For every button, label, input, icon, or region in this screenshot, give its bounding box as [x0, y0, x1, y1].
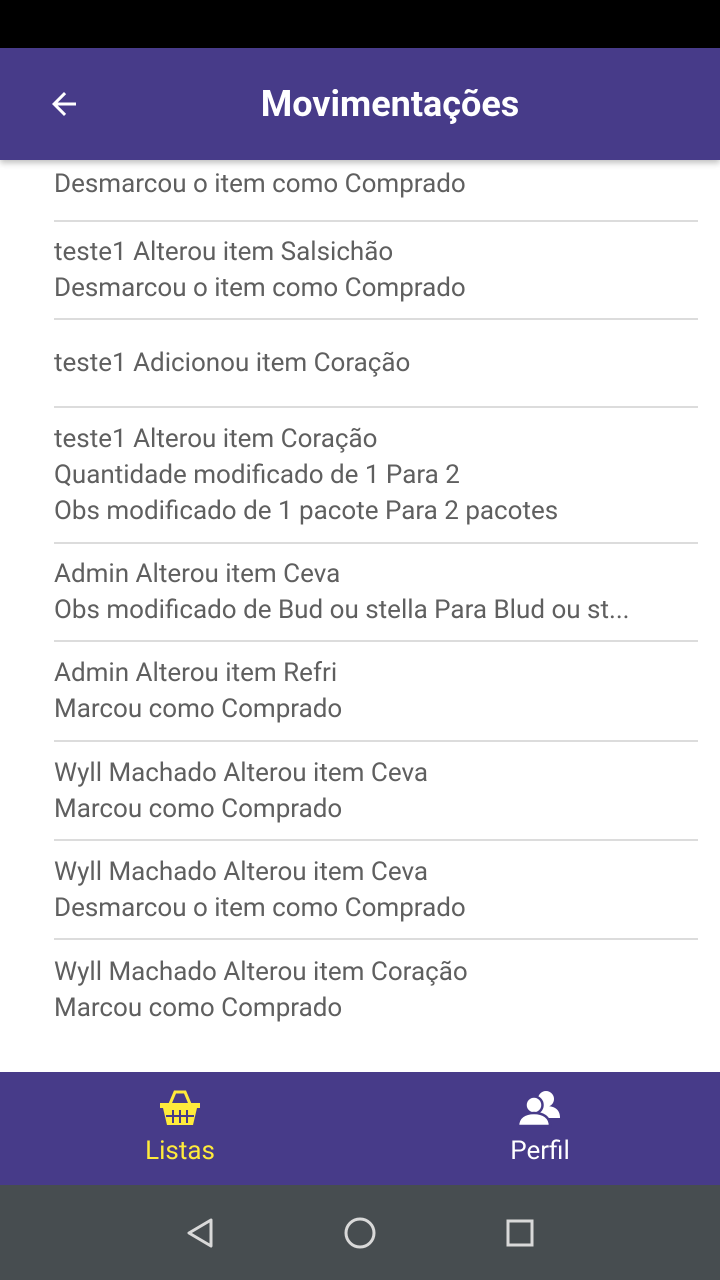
- list-item[interactable]: Wyll Machado Alterou item Ceva Marcou co…: [54, 742, 698, 841]
- list-item[interactable]: Admin Alterou item Refri Marcou como Com…: [54, 642, 698, 742]
- item-line: Desmarcou o item como Comprado: [54, 892, 466, 923]
- list-item[interactable]: teste1 Alterou item Salsichão Desmarcou …: [54, 222, 698, 320]
- list-item[interactable]: teste1 Alterou item Coração Quantidade m…: [54, 408, 698, 544]
- system-recents-button[interactable]: [490, 1203, 550, 1263]
- item-line: Marcou como Comprado: [54, 694, 343, 724]
- item-line: Admin Alterou item Refri: [54, 658, 338, 688]
- status-bar: [0, 0, 720, 48]
- list-item[interactable]: Desmarcou o item como Comprado: [54, 160, 698, 222]
- basket-icon: [160, 1090, 200, 1125]
- movements-list[interactable]: Desmarcou o item como Comprado teste1 Al…: [0, 160, 720, 1072]
- triangle-back-icon: [187, 1218, 213, 1247]
- item-line: Quantidade modificado de 1 Para 2: [54, 460, 460, 490]
- tab-listas[interactable]: Listas: [0, 1072, 360, 1185]
- item-line: Desmarcou o item como Comprado: [54, 169, 466, 199]
- tab-label: Perfil: [510, 1136, 570, 1166]
- item-line: Obs modificado de 1 pacote Para 2 pacote…: [54, 496, 559, 526]
- list-item[interactable]: Wyll Machado Alterou item Coração Marcou…: [54, 940, 698, 1040]
- list-item[interactable]: teste1 Adicionou item Coração: [54, 320, 698, 408]
- item-line: Wyll Machado Alterou item Ceva: [54, 856, 429, 887]
- square-recents-icon: [506, 1219, 534, 1246]
- tab-label: Listas: [145, 1136, 215, 1166]
- item-line: Wyll Machado Alterou item Ceva: [54, 757, 429, 788]
- item-line: Marcou como Comprado: [54, 793, 343, 824]
- item-line: teste1 Alterou item Salsichão: [54, 237, 394, 267]
- system-navigation-bar: [0, 1185, 720, 1280]
- item-line: Desmarcou o item como Comprado: [54, 273, 466, 303]
- bottom-navigation: Listas Perfil: [0, 1072, 720, 1185]
- page-title: Movimentações: [260, 83, 520, 125]
- item-line: teste1 Adicionou item Coração: [54, 348, 411, 378]
- list-item[interactable]: Wyll Machado Alterou item Ceva Desmarcou…: [54, 841, 698, 940]
- item-line: Admin Alterou item Ceva: [54, 559, 341, 589]
- app-bar: Movimentações: [0, 48, 720, 160]
- item-line: Marcou como Comprado: [54, 993, 343, 1023]
- item-line: teste1 Alterou item Coração: [54, 424, 378, 454]
- item-line: Wyll Machado Alterou item Coração: [54, 957, 468, 987]
- tab-perfil[interactable]: Perfil: [360, 1072, 720, 1185]
- system-back-button[interactable]: [170, 1203, 230, 1263]
- item-line: Obs modificado de Bud ou stella Para Blu…: [54, 595, 630, 625]
- list-item[interactable]: Admin Alterou item Ceva Obs modificado d…: [54, 544, 698, 642]
- system-home-button[interactable]: [330, 1203, 390, 1263]
- users-icon: [517, 1091, 560, 1128]
- circle-home-icon: [344, 1217, 376, 1248]
